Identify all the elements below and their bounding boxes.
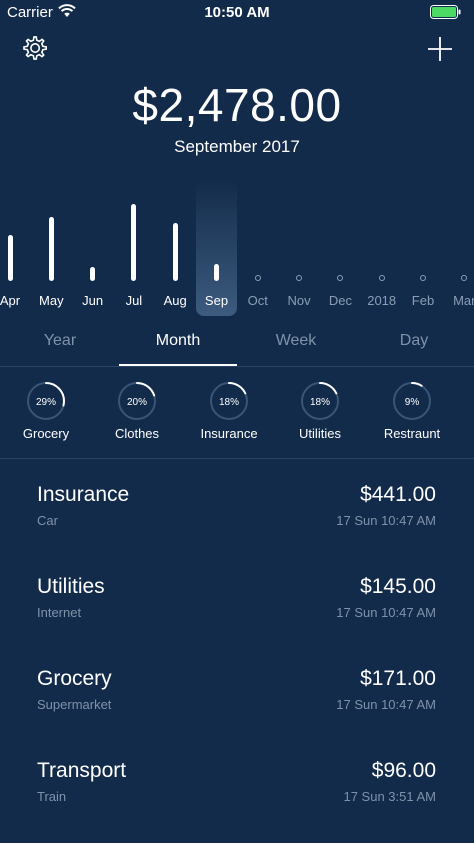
period-label: September 2017 — [174, 137, 300, 156]
divider — [0, 458, 474, 459]
category-percent: 18% — [219, 397, 239, 408]
category-label: Grocery — [22, 426, 70, 441]
chart-month-label: Aug — [163, 293, 187, 308]
category-restraunt[interactable]: 9% Restraunt — [366, 380, 458, 441]
category-ring: 20% — [118, 382, 156, 420]
chart-empty-marker-mar[interactable] — [461, 275, 468, 281]
tab-day[interactable]: Day — [355, 330, 473, 366]
transaction-subcategory: Supermarket — [37, 697, 112, 712]
chart-month-label: Apr — [0, 293, 21, 308]
divider — [0, 366, 474, 367]
battery-icon — [430, 5, 462, 23]
transaction-amount: $441.00 — [360, 483, 436, 506]
category-ring: 18% — [301, 382, 339, 420]
chart-empty-marker-dec[interactable] — [337, 275, 344, 281]
chart-month-label: Sep — [204, 293, 229, 308]
transaction-amount: $145.00 — [360, 575, 436, 598]
transaction-subcategory: Internet — [37, 605, 82, 620]
category-breakdown: 29% Grocery 20% Clothes 18% Insurance 18% Utili… — [0, 380, 474, 446]
category-percent: 18% — [310, 397, 330, 408]
transaction-row[interactable]: Transport Train $96.00 17 Sun 3:51 AM — [0, 759, 474, 839]
category-ring: 29% — [27, 382, 65, 420]
transaction-row[interactable]: Insurance Car $441.00 17 Sun 10:47 AM — [0, 483, 474, 563]
transaction-category: Utilities — [37, 575, 105, 598]
chart-bar-jul[interactable] — [131, 204, 137, 281]
chart-month-label: Feb — [411, 293, 435, 308]
chart-bar-apr[interactable] — [7, 234, 13, 281]
category-label: Insurance — [200, 426, 258, 441]
category-label: Clothes — [114, 426, 160, 441]
category-percent: 20% — [127, 397, 147, 408]
transaction-amount: $171.00 — [360, 667, 436, 690]
chart-bar-aug[interactable] — [172, 222, 178, 281]
transaction-row[interactable]: Grocery Supermarket $171.00 17 Sun 10:47 AM — [0, 667, 474, 747]
gear-icon — [23, 36, 47, 60]
transaction-time: 17 Sun 10:47 AM — [336, 697, 436, 712]
chart-empty-marker-nov[interactable] — [296, 275, 303, 281]
category-label: Utilities — [299, 426, 341, 441]
transaction-category: Grocery — [37, 667, 112, 690]
transaction-category: Insurance — [37, 483, 130, 506]
chart-month-label: Jul — [125, 293, 143, 308]
category-grocery[interactable]: 29% Grocery — [0, 380, 92, 441]
tab-month[interactable]: Month — [119, 330, 237, 366]
category-insurance[interactable]: 18% Insurance — [183, 380, 275, 441]
chart-empty-marker-feb[interactable] — [420, 275, 426, 281]
tab-week[interactable]: Week — [237, 330, 355, 366]
chart-month-label: Oct — [247, 293, 268, 308]
chart-month-label: Dec — [328, 293, 352, 308]
chart-month-label: 2018 — [367, 293, 397, 308]
settings-button[interactable] — [20, 33, 50, 63]
transaction-subcategory: Train — [37, 789, 67, 804]
transaction-amount: $96.00 — [371, 759, 436, 782]
chart-month-label: Jun — [82, 293, 104, 308]
category-label: Restraunt — [383, 426, 441, 441]
category-clothes[interactable]: 20% Clothes — [91, 380, 183, 441]
chart-empty-marker-oct[interactable] — [254, 275, 261, 281]
chart-bar-sep[interactable] — [214, 263, 219, 281]
transaction-subcategory: Car — [37, 513, 58, 528]
monthly-spending-chart: Apr May Jun Jul Aug Sep Oct Nov Dec 2018 Feb Mar — [0, 180, 474, 318]
clock: 10:50 AM — [204, 4, 270, 21]
transaction-time: 17 Sun 10:47 AM — [336, 605, 436, 620]
total-amount: $2,478.00 — [132, 79, 342, 131]
status-bar: Carrier 10:50 AM — [0, 0, 474, 26]
category-utilities[interactable]: 18% Utilities — [274, 380, 366, 441]
category-percent: 29% — [36, 397, 56, 408]
chart-month-label: Nov — [287, 293, 311, 308]
transaction-time: 17 Sun 10:47 AM — [336, 513, 436, 528]
chart-bar-jun[interactable] — [90, 266, 96, 281]
period-tabs: Year Month Week Day — [0, 330, 474, 368]
category-ring: 9% — [393, 382, 431, 420]
chart-month-label: Mar — [453, 293, 474, 308]
add-button[interactable] — [425, 34, 455, 64]
transaction-row[interactable]: Utilities Internet $145.00 17 Sun 10:47 AM — [0, 575, 474, 655]
chart-bar-may[interactable] — [48, 217, 54, 281]
chart-month-label: May — [39, 293, 64, 308]
chart-empty-marker-2018[interactable] — [378, 275, 385, 281]
transaction-time: 17 Sun 3:51 AM — [343, 789, 436, 804]
transaction-category: Transport — [37, 759, 127, 782]
category-ring: 18% — [210, 382, 248, 420]
tab-year[interactable]: Year — [1, 330, 119, 366]
category-percent: 9% — [405, 397, 420, 408]
plus-icon — [428, 37, 452, 61]
